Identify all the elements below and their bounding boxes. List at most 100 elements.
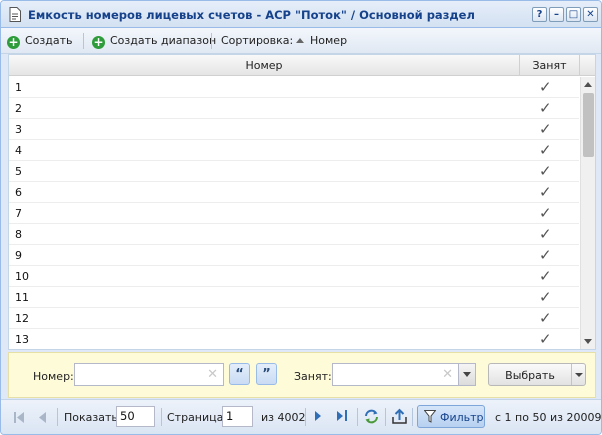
column-header-number[interactable]: Номер [9,55,519,76]
busy-filter-combo[interactable]: ✕ [332,363,476,386]
number-filter-label: Номер: [33,370,74,383]
minimize-button[interactable]: – [549,7,564,22]
pager-separator [305,408,306,426]
refresh-icon[interactable] [363,408,380,425]
column-header-busy[interactable]: Занят [519,55,579,76]
first-page-icon[interactable] [13,412,25,423]
cell-number: 10 [15,270,29,283]
table-row[interactable]: 8 ✓ [9,224,579,245]
cell-number: 6 [15,186,22,199]
scroll-thumb[interactable] [583,93,594,157]
checkmark-icon: ✓ [539,204,552,222]
pager-separator [412,408,413,426]
checkmark-icon: ✓ [539,141,552,159]
table-row[interactable]: 11 ✓ [9,287,579,308]
cell-number: 11 [15,291,29,304]
pager-separator [357,408,358,426]
clear-icon[interactable]: ✕ [442,367,453,382]
select-button[interactable]: Выбрать [488,363,586,386]
filter-panel: Номер: ✕ “ ” Занят: ✕ Выбрать [8,352,596,398]
toolbar-separator [83,33,84,49]
sort-field-button[interactable]: Номер [296,34,347,50]
create-label: Создать [25,34,73,47]
table-row[interactable]: 3 ✓ [9,119,579,140]
next-page-icon[interactable] [315,411,321,421]
quote-close-button[interactable]: ” [256,363,277,385]
scroll-down-icon[interactable] [584,339,592,344]
select-button-label: Выбрать [505,369,555,382]
add-icon: + [92,35,105,49]
cell-number: 4 [15,144,22,157]
filter-button-label: Фильтр [440,411,484,424]
checkmark-icon: ✓ [539,309,552,327]
page-size-input[interactable]: 50 [116,406,155,427]
filter-toggle-button[interactable]: Фильтр [417,405,485,428]
busy-filter-label: Занят: [294,370,332,383]
checkmark-icon: ✓ [539,162,552,180]
page-label: Страница [167,411,224,424]
checkmark-icon: ✓ [539,120,552,138]
pager-separator [385,408,386,426]
create-button[interactable]: + Создать [7,34,73,50]
cell-number: 9 [15,249,22,262]
table-row[interactable]: 9 ✓ [9,245,579,266]
document-icon [9,7,21,22]
cell-number: 7 [15,207,22,220]
grid-header: Номер Занят [9,55,595,76]
scroll-up-icon[interactable] [584,82,592,87]
funnel-icon [424,410,436,423]
chevron-down-icon[interactable] [571,364,586,385]
vertical-scrollbar[interactable] [580,77,595,349]
sort-label: Сортировка: [221,34,294,47]
toolbar: + Создать + Создать диапазон Сортировка: Н… [1,28,601,54]
chevron-down-icon[interactable] [458,364,475,385]
cell-number: 13 [15,333,29,346]
create-range-label: Создать диапазон [110,34,217,47]
cell-number: 3 [15,123,22,136]
checkmark-icon: ✓ [539,330,552,348]
table-row[interactable]: 7 ✓ [9,203,579,224]
checkmark-icon: ✓ [539,78,552,96]
table-row[interactable]: 1 ✓ [9,77,579,98]
table-row[interactable]: 6 ✓ [9,182,579,203]
data-grid: Номер Занят 1 ✓ 2 ✓ 3 ✓ 4 ✓ 5 ✓ 6 ✓ 7 ✓ 8 ✓ 9 ✓ 10 ✓ 11 ✓ 12 ✓ 1… [8,54,596,350]
table-row[interactable]: 2 ✓ [9,98,579,119]
paging-toolbar: Показать 50 Страница 1 из 4002 Фильтр с … [1,399,601,434]
toolbar-separator [211,33,212,49]
add-icon: + [7,35,20,49]
show-label: Показать [64,411,118,424]
checkmark-icon: ✓ [539,183,552,201]
table-row[interactable]: 5 ✓ [9,161,579,182]
window-title: Емкость номеров лицевых счетов - АСР "По… [28,8,475,22]
sort-asc-icon [296,38,304,43]
pager-separator [161,408,162,426]
checkmark-icon: ✓ [539,267,552,285]
help-button[interactable]: ? [532,7,547,22]
table-row[interactable]: 4 ✓ [9,140,579,161]
paging-summary: с 1 по 50 из 200098 [495,411,602,424]
sort-field-label: Номер [310,34,348,47]
clear-icon[interactable]: ✕ [207,367,218,382]
cell-number: 5 [15,165,22,178]
cell-number: 8 [15,228,22,241]
pager-separator [57,408,58,426]
app-window: Емкость номеров лицевых счетов - АСР "По… [0,0,602,435]
table-row[interactable]: 10 ✓ [9,266,579,287]
cell-number: 1 [15,81,22,94]
quote-open-button[interactable]: “ [229,363,250,385]
close-button[interactable]: ✕ [583,7,598,22]
current-page-input[interactable]: 1 [222,406,253,427]
create-range-button[interactable]: + Создать диапазон [92,34,216,50]
title-bar: Емкость номеров лицевых счетов - АСР "По… [1,1,601,28]
table-row[interactable]: 13 ✓ [9,329,579,349]
maximize-button[interactable]: □ [566,7,581,22]
export-icon[interactable] [391,408,408,425]
number-filter-input[interactable]: ✕ [74,363,224,386]
prev-page-icon[interactable] [39,412,47,423]
table-row[interactable]: 12 ✓ [9,308,579,329]
checkmark-icon: ✓ [539,99,552,117]
checkmark-icon: ✓ [539,225,552,243]
grid-body: 1 ✓ 2 ✓ 3 ✓ 4 ✓ 5 ✓ 6 ✓ 7 ✓ 8 ✓ 9 ✓ 10 ✓ 11 ✓ 12 ✓ 13 ✓ [9,77,579,349]
cell-number: 12 [15,312,29,325]
checkmark-icon: ✓ [539,288,552,306]
